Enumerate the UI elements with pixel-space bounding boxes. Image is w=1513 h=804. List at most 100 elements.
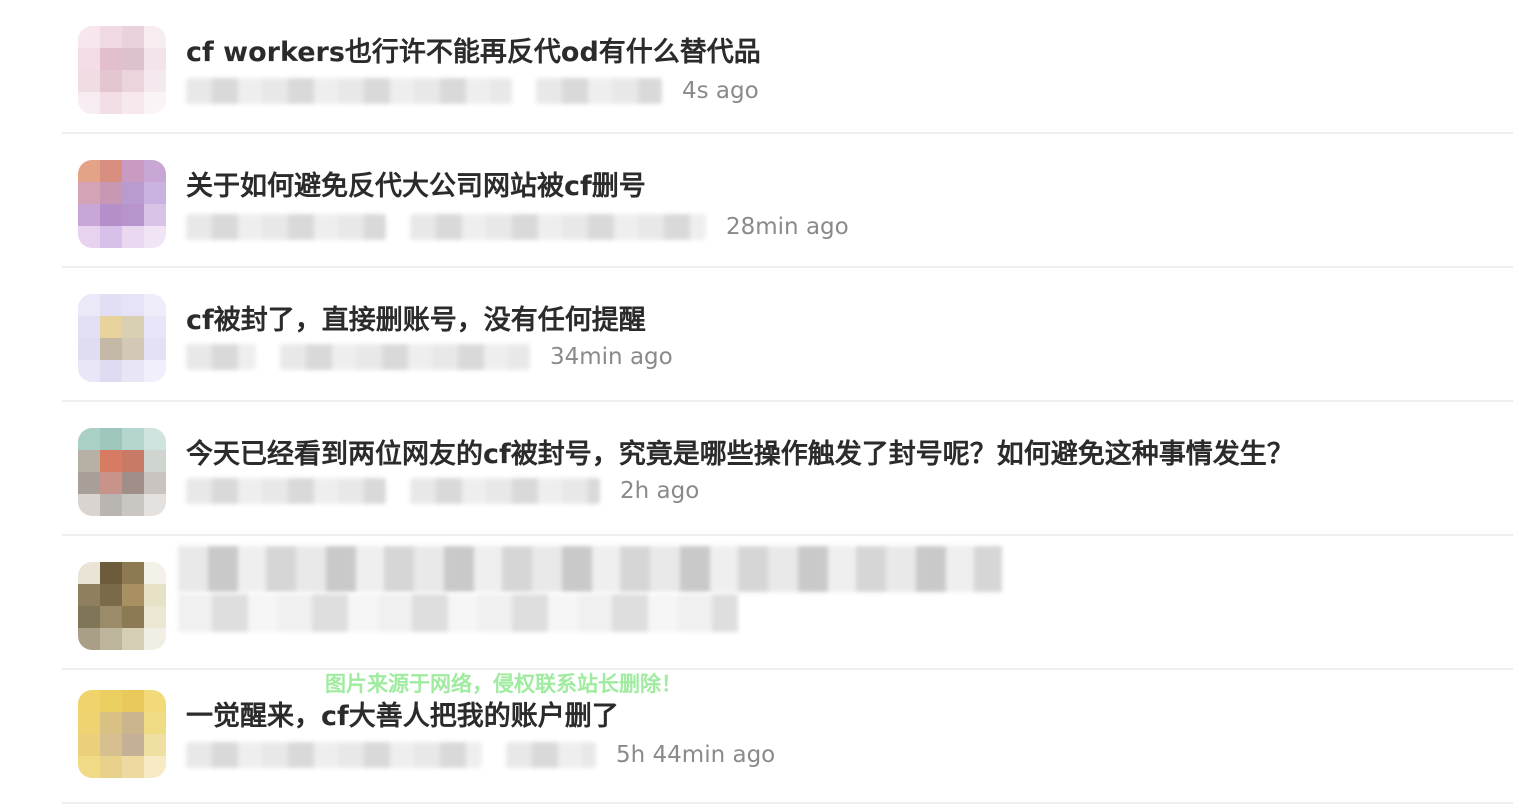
avatar-pixel — [100, 48, 122, 70]
avatar-pixel — [122, 428, 144, 450]
topic-row[interactable] — [62, 536, 1513, 670]
time-ago: 2h ago — [620, 478, 700, 504]
category-blurred[interactable] — [536, 78, 662, 104]
avatar-mosaic — [78, 26, 166, 114]
avatar[interactable] — [78, 26, 166, 114]
avatar-pixel — [144, 294, 166, 316]
category-blurred[interactable] — [410, 478, 600, 504]
avatar-pixel — [122, 734, 144, 756]
avatar-mosaic — [78, 690, 166, 778]
avatar-pixel — [78, 92, 100, 114]
avatar-pixel — [78, 562, 100, 584]
avatar-pixel — [100, 606, 122, 628]
topic-title-blurred[interactable] — [178, 546, 1002, 592]
avatar-pixel — [100, 92, 122, 114]
avatar-pixel — [144, 584, 166, 606]
avatar-pixel — [144, 48, 166, 70]
avatar-pixel — [144, 182, 166, 204]
avatar-pixel — [122, 450, 144, 472]
category-blurred[interactable] — [410, 214, 706, 240]
avatar-pixel — [122, 690, 144, 712]
topic-meta-blurred — [178, 594, 738, 632]
author-name-blurred[interactable] — [186, 742, 482, 768]
topic-meta: 28min ago — [186, 212, 849, 242]
avatar-pixel — [78, 494, 100, 516]
avatar-pixel — [78, 450, 100, 472]
avatar-pixel — [100, 360, 122, 382]
avatar-pixel — [100, 316, 122, 338]
avatar-pixel — [144, 690, 166, 712]
avatar-pixel — [122, 628, 144, 650]
topic-title[interactable]: 今天已经看到两位网友的cf被封号，究竟是哪些操作触发了封号呢？如何避免这种事情发… — [186, 432, 1294, 471]
author-name-blurred[interactable] — [186, 344, 256, 370]
avatar-pixel — [78, 316, 100, 338]
avatar-pixel — [100, 226, 122, 248]
avatar[interactable] — [78, 428, 166, 516]
avatar-pixel — [144, 494, 166, 516]
avatar-pixel — [122, 204, 144, 226]
avatar-pixel — [100, 182, 122, 204]
avatar-pixel — [122, 606, 144, 628]
avatar-pixel — [100, 338, 122, 360]
avatar-pixel — [122, 712, 144, 734]
avatar-pixel — [122, 26, 144, 48]
avatar-pixel — [100, 472, 122, 494]
time-ago: 28min ago — [726, 214, 849, 240]
avatar-pixel — [144, 160, 166, 182]
avatar-pixel — [100, 494, 122, 516]
avatar-pixel — [122, 338, 144, 360]
avatar-pixel — [144, 562, 166, 584]
avatar-pixel — [144, 734, 166, 756]
topic-row[interactable]: 今天已经看到两位网友的cf被封号，究竟是哪些操作触发了封号呢？如何避免这种事情发… — [62, 402, 1513, 536]
avatar-pixel — [78, 428, 100, 450]
avatar-pixel — [144, 756, 166, 778]
category-blurred[interactable] — [280, 344, 530, 370]
avatar-pixel — [144, 226, 166, 248]
topic-row[interactable]: 关于如何避免反代大公司网站被cf删号 28min ago — [62, 134, 1513, 268]
avatar-pixel — [144, 606, 166, 628]
avatar-pixel — [144, 450, 166, 472]
avatar[interactable] — [78, 562, 166, 650]
topic-row[interactable]: cf workers也行许不能再反代od有什么替代品 4s ago — [62, 0, 1513, 134]
avatar-pixel — [122, 226, 144, 248]
avatar-pixel — [144, 338, 166, 360]
category-blurred[interactable] — [506, 742, 596, 768]
avatar-pixel — [122, 360, 144, 382]
avatar-mosaic — [78, 428, 166, 516]
avatar-pixel — [122, 48, 144, 70]
avatar-pixel — [100, 734, 122, 756]
avatar-mosaic — [78, 160, 166, 248]
author-name-blurred[interactable] — [186, 78, 512, 104]
avatar-pixel — [100, 712, 122, 734]
topic-meta: 4s ago — [186, 76, 759, 106]
time-ago: 5h 44min ago — [616, 742, 776, 768]
topic-title[interactable]: cf workers也行许不能再反代od有什么替代品 — [186, 30, 761, 69]
avatar-pixel — [78, 360, 100, 382]
avatar-pixel — [78, 756, 100, 778]
avatar-pixel — [78, 70, 100, 92]
avatar[interactable] — [78, 160, 166, 248]
topic-title[interactable]: 一觉醒来，cf大善人把我的账户删了 — [186, 694, 619, 733]
topic-title[interactable]: 关于如何避免反代大公司网站被cf删号 — [186, 164, 646, 203]
avatar-pixel — [100, 26, 122, 48]
avatar-pixel — [78, 734, 100, 756]
topic-row[interactable]: 一觉醒来，cf大善人把我的账户删了 5h 44min ago — [62, 670, 1513, 804]
avatar-pixel — [144, 360, 166, 382]
author-name-blurred[interactable] — [186, 478, 386, 504]
avatar-pixel — [144, 472, 166, 494]
author-name-blurred[interactable] — [186, 214, 386, 240]
avatar[interactable] — [78, 294, 166, 382]
topic-title[interactable]: cf被封了，直接删账号，没有任何提醒 — [186, 298, 646, 337]
avatar-pixel — [78, 472, 100, 494]
topic-row[interactable]: cf被封了，直接删账号，没有任何提醒 34min ago — [62, 268, 1513, 402]
avatar-pixel — [100, 756, 122, 778]
avatar-pixel — [100, 428, 122, 450]
topic-list: cf workers也行许不能再反代od有什么替代品 4s ago 关于如何避免… — [62, 0, 1513, 804]
avatar-pixel — [78, 160, 100, 182]
avatar-pixel — [100, 690, 122, 712]
avatar[interactable] — [78, 690, 166, 778]
topic-meta: 5h 44min ago — [186, 740, 775, 770]
avatar-pixel — [122, 472, 144, 494]
avatar-pixel — [100, 450, 122, 472]
avatar-pixel — [144, 316, 166, 338]
